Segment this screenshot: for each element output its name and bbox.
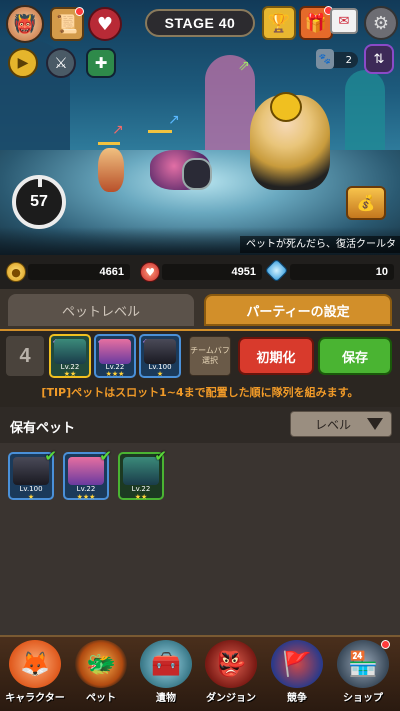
nav-character[interactable]: 🦊 キャラクター (4, 640, 66, 706)
quest-scroll-icon[interactable]: 📜 (50, 7, 84, 41)
pet-stars: ★★★ (105, 370, 125, 378)
party-slot-2[interactable]: ◆ Lv.22 ★★★ (94, 334, 136, 378)
attack-up-arrow-icon: ↗ (112, 122, 124, 138)
tab-party-setup[interactable]: パーティーの設定 (204, 294, 392, 326)
owned-pet-card[interactable]: Lv.22 ★★ ✔ (118, 447, 167, 501)
pet-icon: 🐲 (75, 640, 127, 688)
tab-pet-level[interactable]: ペットレベル (8, 294, 194, 326)
mail-icon[interactable]: ✉ (330, 8, 358, 34)
reset-button[interactable]: 初期化 (238, 337, 314, 375)
caret-down-icon (367, 418, 383, 430)
party-slot-3[interactable]: ◆ Lv.100 ★ (139, 334, 181, 378)
sort-value: レベル (315, 417, 352, 432)
pet-level: Lv.22 (76, 485, 96, 493)
pet-portrait (144, 339, 176, 364)
pvp-banner-icon: 🚩 (271, 640, 323, 688)
checkmark-icon: ✔ (44, 447, 57, 465)
pet-stars: ★★ (63, 370, 77, 378)
heart-currency-icon: ♥ (140, 262, 160, 282)
pet-level: Lv.100 (19, 485, 43, 493)
buff-arrow-icon: ⇗ (238, 58, 250, 74)
crossed-swords-icon[interactable]: ⚔ (46, 48, 76, 78)
heart-amount: 4951 (162, 264, 262, 280)
news-ticker: ペットが死んだら、復活クールタ (240, 236, 400, 253)
notification-dot (75, 7, 84, 16)
pet-portrait (54, 339, 86, 364)
nav-pet[interactable]: 🐲 ペット (70, 640, 132, 706)
party-slot-count: 4 (6, 336, 44, 376)
player-avatar-icon[interactable]: 👹 (6, 5, 44, 43)
nav-label: キャラクター (5, 693, 65, 704)
party-slot-1[interactable]: ◆ Lv.22 ★★ (49, 334, 91, 378)
buff-arrow-icon: ↗ (168, 112, 180, 128)
gold-coin-icon: ● (6, 262, 26, 282)
checkmark-icon: ✔ (154, 447, 167, 465)
pet-stars: ★★★ (76, 493, 96, 501)
pet-stars: ★ (27, 493, 35, 501)
diamond-amount: 10 (290, 264, 394, 280)
sort-dropdown[interactable]: レベル (290, 411, 392, 437)
boss-timer-dial: 57 (12, 175, 66, 229)
treasure-chest-icon[interactable]: 💰 (346, 186, 386, 220)
checkmark-icon: ✔ (99, 447, 112, 465)
owned-pet-card[interactable]: Lv.22 ★★★ ✔ (63, 447, 112, 501)
pet-level: Lv.22 (131, 485, 151, 493)
pet-sprite (182, 158, 212, 190)
buff-arrows-icon[interactable]: ⇅ (364, 44, 394, 74)
trophy-icon[interactable]: 🏆 (262, 6, 296, 40)
hero-character (98, 148, 124, 192)
nav-label: 遺物 (156, 693, 176, 704)
nav-pvp[interactable]: 🚩 競争 (266, 640, 328, 706)
boss-hat (270, 92, 302, 122)
pet-stars: ★★ (134, 493, 148, 501)
stage-indicator: STAGE 40 (145, 9, 255, 37)
tip-text: [TIP]ペットはスロット1~4まで配置した順に隊列を組みます。 (41, 386, 359, 399)
owned-pet-card[interactable]: Lv.100 ★ ✔ (8, 447, 57, 501)
nav-dungeon[interactable]: 👺 ダンジョン (200, 640, 262, 706)
nav-relic[interactable]: 🧰 遺物 (135, 640, 197, 706)
pet-count-value: 2 (345, 54, 352, 66)
auto-play-icon[interactable]: ▶ (8, 48, 38, 78)
event-icon[interactable]: 🎁 (299, 6, 333, 40)
relic-chest-icon: 🧰 (140, 640, 192, 688)
gear-icon[interactable]: ⚙ (364, 6, 398, 40)
owned-pets-title: 保有ペット (10, 421, 76, 436)
dungeon-icon: 👺 (205, 640, 257, 688)
nav-label: ダンジョン (206, 693, 256, 704)
pet-counter: 🐾 2 (316, 49, 358, 69)
background-coral (345, 70, 385, 160)
hero-hp-bar (98, 142, 120, 145)
gold-amount: 4661 (28, 264, 130, 280)
pet-hp-bar (148, 130, 172, 133)
nav-label: ペット (86, 693, 116, 704)
shield-plus-icon[interactable]: ✚ (86, 48, 116, 78)
pet-mini-icon: 🐾 (316, 49, 334, 69)
pet-stars: ★ (156, 370, 164, 378)
save-button[interactable]: 保存 (318, 337, 392, 375)
team-buff-select-button[interactable]: チームバフ選択 (189, 336, 231, 376)
heart-badge-icon[interactable]: ♥ (88, 7, 122, 41)
nav-label: ショップ (343, 693, 383, 704)
pet-portrait (99, 339, 131, 364)
notification-dot (381, 640, 390, 649)
nav-label: 競争 (287, 693, 307, 704)
nav-shop[interactable]: 🏪 ショップ (332, 640, 394, 706)
character-icon: 🦊 (9, 640, 61, 688)
